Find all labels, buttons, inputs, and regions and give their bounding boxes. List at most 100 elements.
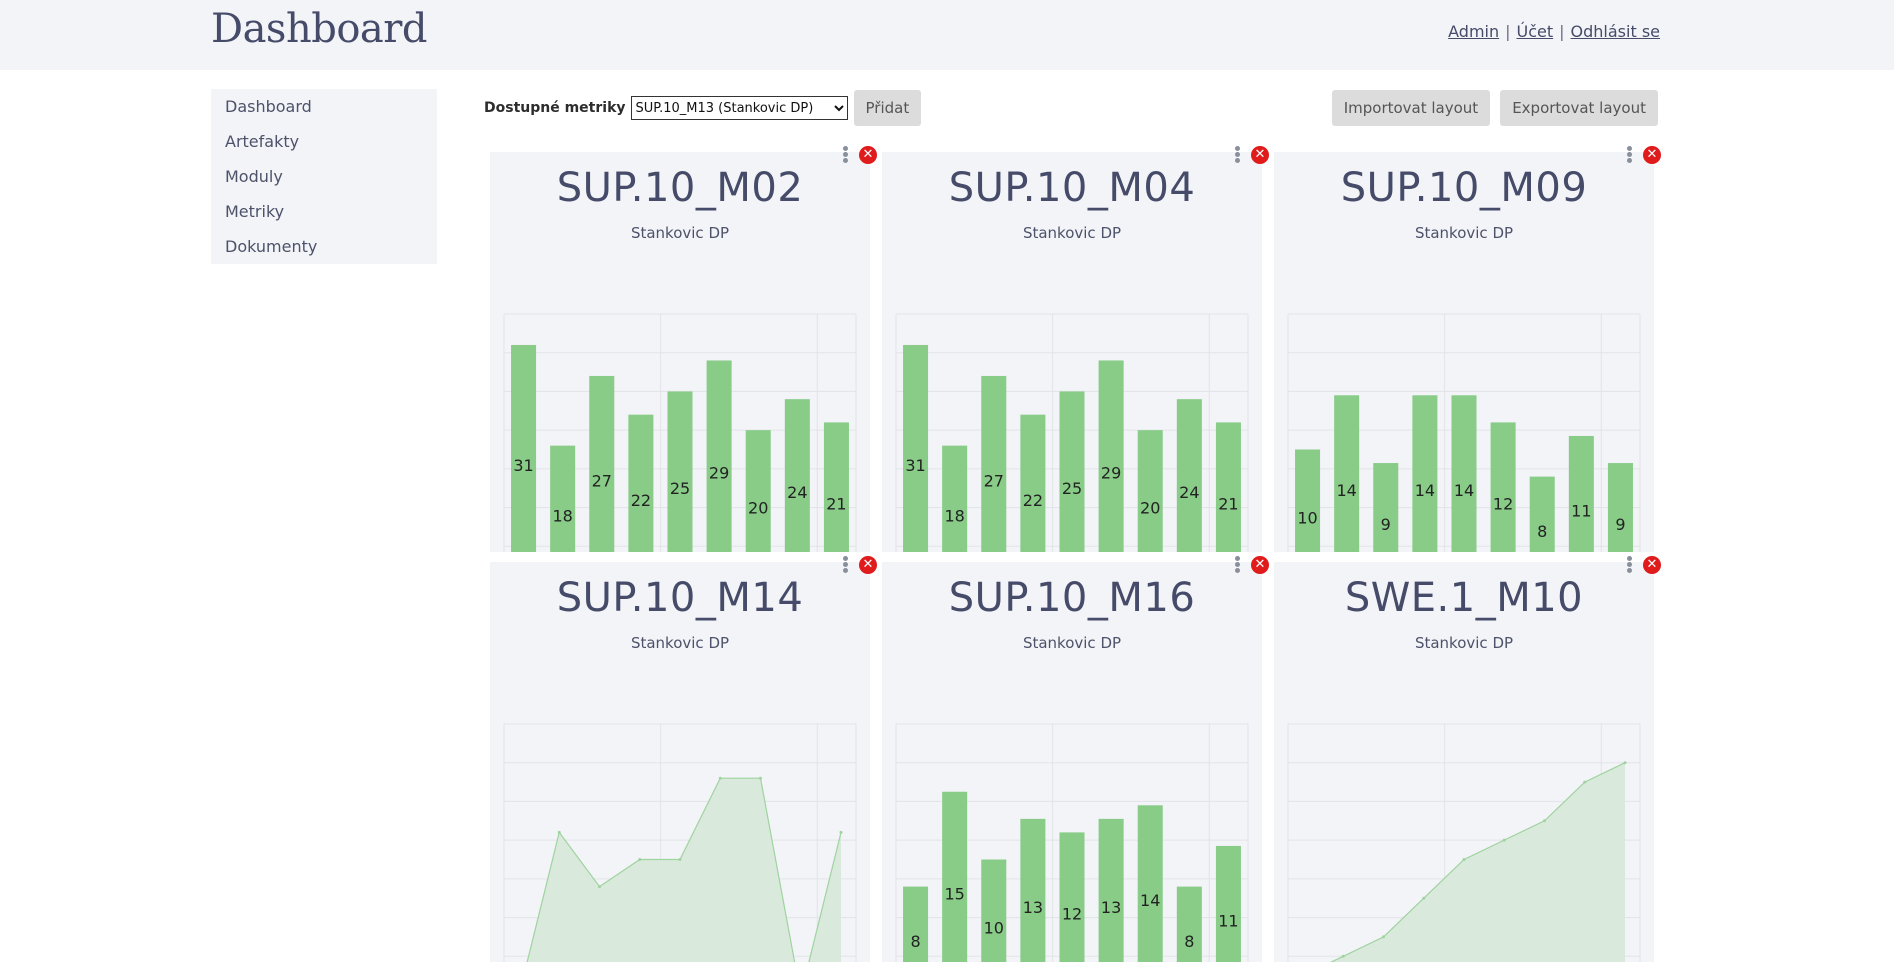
sidebar-item-dokumenty[interactable]: Dokumenty [211,229,437,264]
chart-bar [981,376,1006,552]
metric-widget[interactable]: SUP.10_M16Stankovic DP8151013121314811 [882,562,1262,962]
bar-value-label: 25 [670,479,690,498]
area-point [1422,897,1425,900]
widget-close-icon[interactable]: ✕ [859,146,877,164]
bar-value-label: 29 [709,464,729,483]
bar-value-label: 21 [826,495,846,514]
chart-bar [1216,846,1241,962]
bar-value-label: 31 [905,456,925,475]
chart-svg: 8151013121314811 [882,562,1262,962]
area-point [759,777,762,780]
sidebar-item-moduly[interactable]: Moduly [211,159,437,194]
chart-svg: 311827222529202421 [882,152,1262,552]
area-point [1583,781,1586,784]
bar-value-label: 25 [1062,479,1082,498]
widget-menu-icon[interactable] [1235,145,1241,165]
bar-value-label: 9 [1615,515,1625,534]
admin-link[interactable]: Admin [1448,22,1499,41]
chart-bar [1099,819,1124,962]
chart-bar [981,860,1006,962]
bar-value-label: 22 [631,491,651,510]
chart-bar [667,391,692,552]
widget-menu-icon[interactable] [1627,555,1633,575]
area-point [1543,819,1546,822]
metrics-select[interactable]: SUP.10_M13 (Stankovic DP) [631,96,848,120]
bar-value-label: 13 [1101,898,1121,917]
account-link[interactable]: Účet [1517,22,1554,41]
bar-value-label: 31 [513,456,533,475]
bar-value-label: 24 [787,483,807,502]
metric-widget[interactable]: SUP.10_M09Stankovic DP101491414128119 [1274,152,1654,552]
sidebar-item-artefakty[interactable]: Artefakty [211,124,437,159]
bar-value-label: 18 [552,506,572,525]
bar-value-label: 18 [944,506,964,525]
bar-value-label: 24 [1179,483,1199,502]
chart-svg [490,562,870,962]
widget-close-icon[interactable]: ✕ [859,556,877,574]
import-layout-button[interactable]: Importovat layout [1332,90,1490,126]
widget-menu-icon[interactable] [1235,555,1241,575]
sidebar-item-metriky[interactable]: Metriky [211,194,437,229]
bar-value-label: 15 [944,884,964,903]
logout-link[interactable]: Odhlásit se [1571,22,1660,41]
chart-bar [1491,422,1516,552]
app-title[interactable]: Dashboard [211,6,427,52]
metric-widget[interactable]: SUP.10_M14Stankovic DP [490,562,870,962]
bar-value-label: 8 [1537,522,1547,541]
chart-bar [942,446,967,552]
widget-menu-icon[interactable] [1627,145,1633,165]
chart-bar [511,345,536,552]
widget-menu-icon[interactable] [843,145,849,165]
chart-bar [746,430,771,552]
chart-bar [1059,391,1084,552]
area-point [638,858,641,861]
area-point [1624,761,1627,764]
bar-value-label: 27 [984,471,1004,490]
area-point [840,831,843,834]
area-fill [1303,763,1625,962]
sidebar: Dashboard Artefakty Moduly Metriky Dokum… [211,89,437,264]
chart-bar [1216,422,1241,552]
area-point [719,777,722,780]
widget-close-icon[interactable]: ✕ [1643,556,1661,574]
chart-bar [1451,395,1476,552]
bar-value-label: 11 [1571,501,1591,520]
widget-close-icon[interactable]: ✕ [1251,556,1269,574]
bar-value-label: 11 [1218,911,1238,930]
bar-value-label: 14 [1140,891,1160,910]
area-fill [519,778,841,962]
chart-bar [1020,415,1045,552]
area-point [679,858,682,861]
bar-value-label: 14 [1454,481,1474,500]
widget-menu-icon[interactable] [843,555,849,575]
bar-value-label: 21 [1218,495,1238,514]
sidebar-item-dashboard[interactable]: Dashboard [211,89,437,124]
chart-bar [628,415,653,552]
bar-value-label: 20 [748,499,768,518]
widget-close-icon[interactable]: ✕ [1251,146,1269,164]
bar-value-label: 12 [1062,905,1082,924]
bar-value-label: 8 [910,932,920,951]
nav-separator: | [1505,22,1510,41]
bar-value-label: 14 [1415,481,1435,500]
bar-value-label: 8 [1184,932,1194,951]
chart-bar [1334,395,1359,552]
area-point [1503,839,1506,842]
widget-close-icon[interactable]: ✕ [1643,146,1661,164]
add-metric-button[interactable]: Přidat [854,90,922,126]
area-point [1463,858,1466,861]
bar-value-label: 10 [1297,508,1317,527]
chart-bar [1569,436,1594,552]
chart-bar [824,422,849,552]
chart-bar [1020,819,1045,962]
bar-value-label: 29 [1101,464,1121,483]
bar-value-label: 13 [1023,898,1043,917]
metric-widget[interactable]: SWE.1_M10Stankovic DP [1274,562,1654,962]
area-point [558,831,561,834]
metric-widget[interactable]: SUP.10_M02Stankovic DP311827222529202421 [490,152,870,552]
bar-value-label: 22 [1023,491,1043,510]
bar-value-label: 12 [1493,495,1513,514]
metric-widget[interactable]: SUP.10_M04Stankovic DP311827222529202421 [882,152,1262,552]
area-point [1382,935,1385,938]
export-layout-button[interactable]: Exportovat layout [1500,90,1658,126]
